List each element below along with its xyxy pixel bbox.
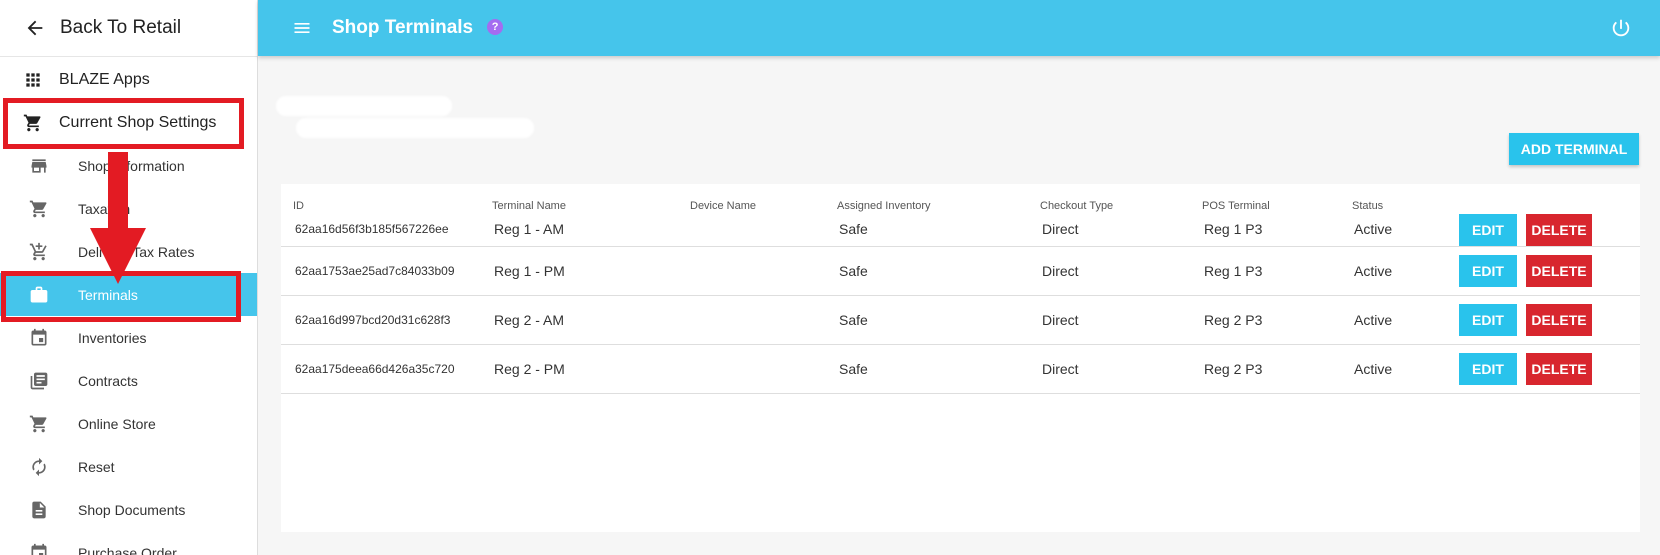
back-to-retail-link[interactable]: Back To Retail — [0, 0, 257, 57]
terminal-id: 62aa16d56f3b185f567226ee — [295, 222, 449, 236]
sidebar-item-purchase-order[interactable]: Purchase Order — [0, 531, 257, 555]
checkout-type: Direct — [1042, 221, 1079, 237]
page-title: Shop Terminals — [332, 17, 474, 38]
table-row: 62aa1753ae25ad7c84033b09 Reg 1 - PM Safe… — [281, 247, 1640, 296]
column-header-status: Status — [1352, 200, 1384, 212]
current-shop-settings-label: Current Shop Settings — [59, 113, 217, 131]
table-row: 62aa16d56f3b185f567226ee Reg 1 - AM Safe… — [281, 212, 1640, 247]
cart-icon — [28, 198, 50, 220]
terminal-name: Reg 1 - PM — [494, 263, 565, 279]
checkout-type: Direct — [1042, 263, 1079, 279]
pos-terminal: Reg 1 P3 — [1204, 263, 1263, 279]
sidebar-item-label: Shop Information — [78, 157, 185, 174]
status: Active — [1354, 221, 1393, 237]
column-header-id: ID — [293, 200, 304, 212]
pos-terminal: Reg 2 P3 — [1204, 361, 1263, 377]
table-header: ID Terminal Name Device Name Assigned In… — [281, 184, 1640, 212]
assigned-inventory: Safe — [839, 312, 868, 328]
edit-button[interactable]: EDIT — [1459, 255, 1517, 287]
sidebar-item-shop-information[interactable]: Shop Information — [0, 144, 257, 187]
sidebar-item-label: Online Store — [78, 415, 156, 432]
calendar-icon — [28, 542, 50, 555]
terminal-id: 62aa1753ae25ad7c84033b09 — [295, 264, 455, 278]
column-header-checkout-type: Checkout Type — [1040, 200, 1114, 212]
sidebar-item-reset[interactable]: Reset — [0, 445, 257, 488]
sidebar-item-inventories[interactable]: Inventories — [0, 316, 257, 359]
table-row: 62aa175deea66d426a35c720 Reg 2 - PM Safe… — [281, 345, 1640, 394]
delete-button[interactable]: DELETE — [1526, 255, 1592, 287]
edit-button[interactable]: EDIT — [1459, 353, 1517, 385]
sidebar-item-label: Delivery Tax Rates — [78, 243, 195, 260]
assigned-inventory: Safe — [839, 361, 868, 377]
edit-button[interactable]: EDIT — [1459, 304, 1517, 336]
sidebar-item-online-store[interactable]: Online Store — [0, 402, 257, 445]
sidebar: Back To Retail BLAZE Apps Current Shop S… — [0, 0, 258, 555]
delete-button[interactable]: DELETE — [1526, 353, 1592, 385]
sidebar-item-label: Terminals — [78, 286, 138, 303]
sidebar-item-terminals[interactable]: Terminals — [0, 273, 257, 316]
arrow-left-icon — [27, 20, 43, 36]
sidebar-item-label: Purchase Order — [78, 544, 177, 555]
pos-terminal: Reg 2 P3 — [1204, 312, 1263, 328]
sidebar-item-label: Inventories — [78, 329, 147, 346]
hamburger-menu-icon[interactable] — [290, 16, 314, 40]
sidebar-item-taxation[interactable]: Taxation — [0, 187, 257, 230]
cart-icon — [22, 112, 44, 134]
column-header-pos-terminal: POS Terminal — [1202, 200, 1270, 212]
store-icon — [28, 155, 50, 177]
help-icon[interactable]: ? — [487, 18, 504, 35]
column-header-assigned-inventory: Assigned Inventory — [837, 200, 931, 212]
sidebar-item-label: Contracts — [78, 372, 138, 389]
assigned-inventory: Safe — [839, 221, 868, 237]
delete-button[interactable]: DELETE — [1526, 304, 1592, 336]
cart-icon — [28, 413, 50, 435]
sidebar-item-shop-documents[interactable]: Shop Documents — [0, 488, 257, 531]
checkout-type: Direct — [1042, 312, 1079, 328]
status: Active — [1354, 312, 1393, 328]
edit-button[interactable]: EDIT — [1459, 214, 1517, 246]
current-shop-settings-link[interactable]: Current Shop Settings — [0, 101, 257, 144]
checkout-type: Direct — [1042, 361, 1079, 377]
redacted-shop-address — [296, 118, 534, 138]
terminal-id: 62aa175deea66d426a35c720 — [295, 362, 455, 376]
column-header-device-name: Device Name — [690, 200, 757, 212]
refresh-icon — [28, 456, 50, 478]
add-terminal-button[interactable]: ADD TERMINAL — [1509, 133, 1639, 165]
blaze-apps-label: BLAZE Apps — [59, 70, 150, 88]
apps-grid-icon — [22, 69, 44, 91]
terminal-name: Reg 1 - AM — [494, 221, 565, 237]
pos-terminal: Reg 1 P3 — [1204, 221, 1263, 237]
column-header-terminal-name: Terminal Name — [492, 200, 566, 212]
sidebar-item-contracts[interactable]: Contracts — [0, 359, 257, 402]
sidebar-item-label: Reset — [78, 458, 115, 475]
sidebar-item-label: Shop Documents — [78, 501, 186, 518]
status: Active — [1354, 263, 1393, 279]
table-row: 62aa16d997bcd20d31c628f3 Reg 2 - AM Safe… — [281, 296, 1640, 345]
terminal-name: Reg 2 - AM — [494, 312, 565, 328]
calendar-icon — [28, 327, 50, 349]
briefcase-icon — [28, 284, 50, 306]
terminal-id: 62aa16d997bcd20d31c628f3 — [295, 313, 451, 327]
assigned-inventory: Safe — [839, 263, 868, 279]
status: Active — [1354, 361, 1393, 377]
top-app-bar: Shop Terminals ? — [258, 0, 1660, 56]
sidebar-item-delivery-tax-rates[interactable]: Delivery Tax Rates — [0, 230, 257, 273]
document-icon — [28, 499, 50, 521]
sidebar-item-label: Taxation — [78, 200, 131, 217]
blaze-apps-link[interactable]: BLAZE Apps — [0, 58, 257, 101]
newspaper-icon — [28, 370, 50, 392]
terminals-table: ID Terminal Name Device Name Assigned In… — [281, 184, 1640, 532]
redacted-shop-name — [276, 96, 452, 116]
cart-plus-icon — [28, 241, 50, 263]
terminal-name: Reg 2 - PM — [494, 361, 565, 377]
back-to-retail-label: Back To Retail — [60, 17, 182, 38]
delete-button[interactable]: DELETE — [1526, 214, 1592, 246]
power-icon[interactable] — [1610, 17, 1632, 39]
